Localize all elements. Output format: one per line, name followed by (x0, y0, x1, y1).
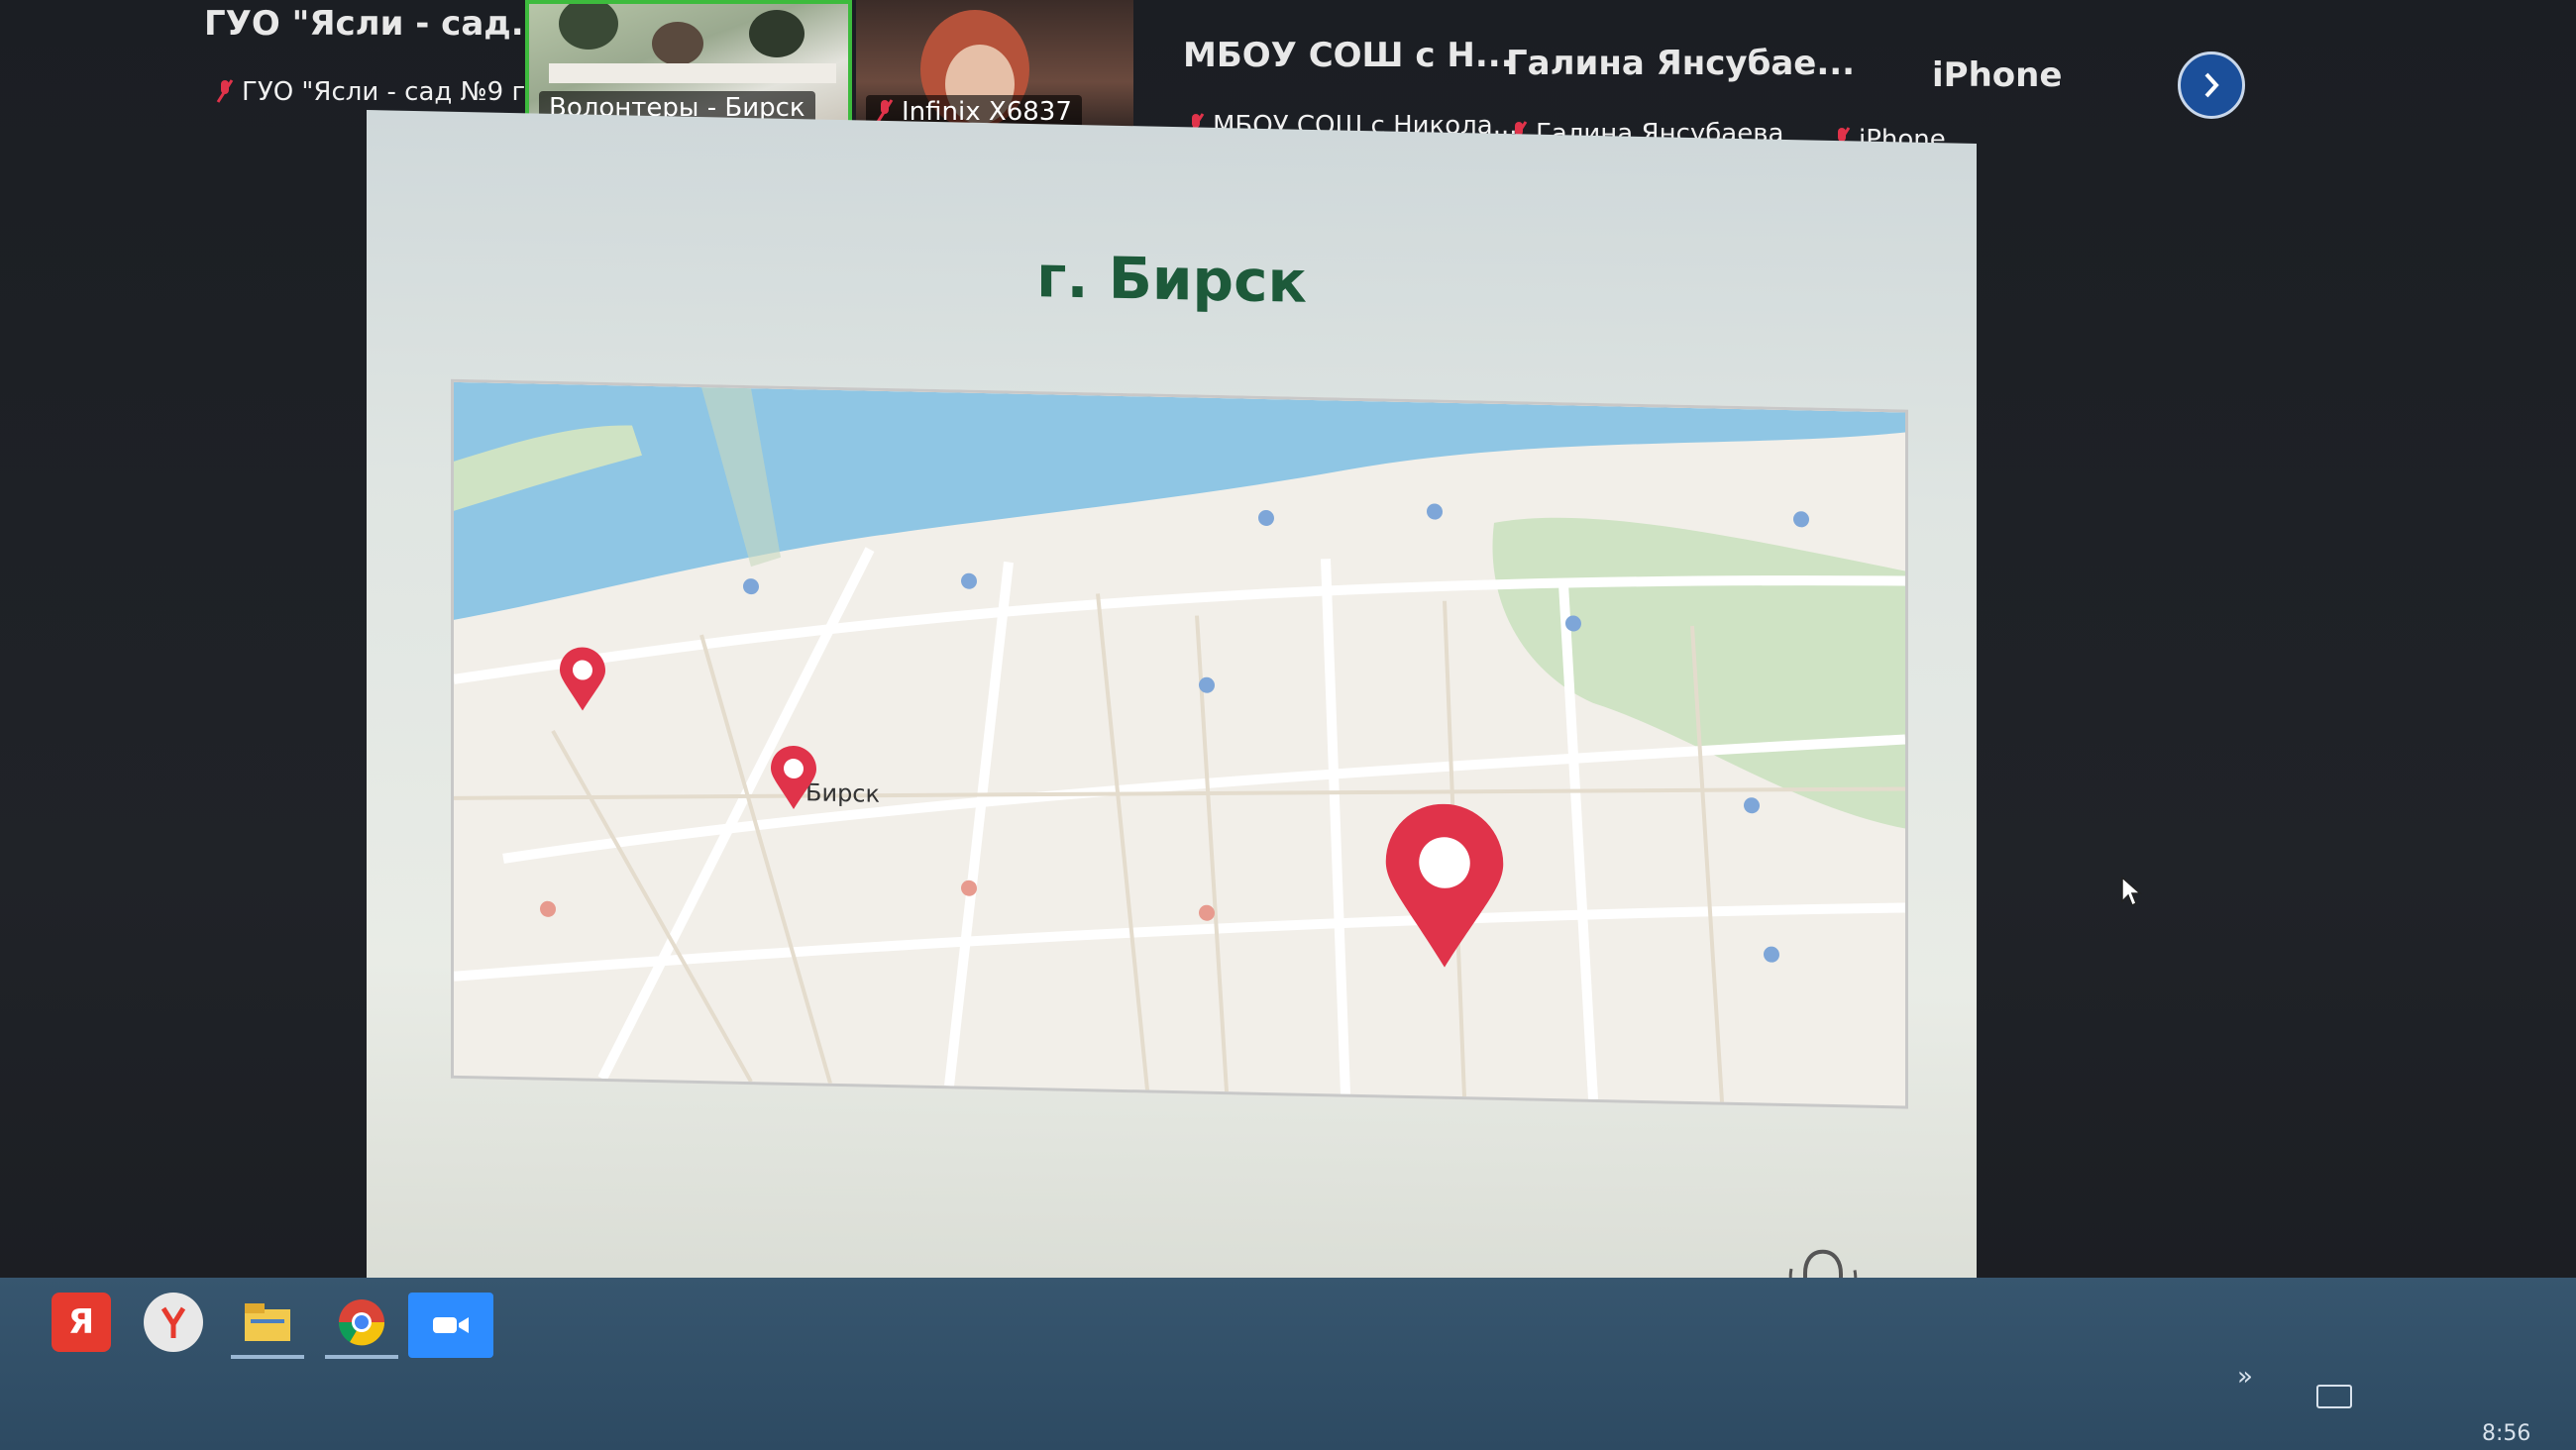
next-page-button[interactable] (2178, 52, 2245, 119)
participant-video-tile[interactable]: Infinix X6837 (856, 0, 1133, 137)
slide-title: г. Бирск (1036, 243, 1307, 316)
keyboard-icon[interactable] (2316, 1385, 2352, 1408)
participant-name: ГУО "Ясли - сад... (204, 4, 550, 44)
taskbar-active-indicator (325, 1355, 398, 1359)
participant-tile[interactable]: МБОУ СОШ с Н... МБОУ СОШ с Никола... (1169, 0, 1518, 149)
location-pin-icon[interactable] (558, 647, 607, 713)
participant-tile[interactable]: Галина Янсубае... Галина Янсубаева (1496, 0, 1855, 149)
yandex-icon[interactable]: Я (52, 1293, 111, 1352)
participant-label: ГУО "Ясли - сад №9 г. ... (216, 77, 566, 107)
map-graphic (454, 381, 1905, 1102)
zoom-icon[interactable] (408, 1293, 493, 1358)
yandex-browser-icon[interactable] (144, 1293, 203, 1352)
location-pin-icon[interactable] (769, 745, 818, 811)
mic-off-icon (216, 79, 234, 103)
zoom-meeting-screen: ГУО "Ясли - сад... ГУО "Ясли - сад №9 г.… (0, 0, 2576, 1450)
mouse-cursor-icon (2121, 876, 2142, 907)
participant-name: iPhone (1932, 55, 2063, 95)
taskbar (0, 1278, 2576, 1450)
participant-name: МБОУ СОШ с Н... (1183, 36, 1514, 75)
taskbar-active-indicator (231, 1355, 304, 1359)
chrome-icon[interactable] (332, 1293, 391, 1352)
file-explorer-icon[interactable] (238, 1293, 297, 1352)
location-pin-icon[interactable] (1380, 802, 1509, 974)
participant-name: Галина Янсубае... (1506, 44, 1856, 83)
taskbar-clock[interactable]: 8:56 (2482, 1421, 2530, 1446)
tray-expand-button[interactable]: » (2237, 1362, 2253, 1392)
participant-tile[interactable]: iPhone iPhone (1823, 0, 2150, 155)
shared-slide: г. Бирск Бирск (367, 109, 1977, 1358)
city-map: Бирск (451, 378, 1908, 1109)
chevron-right-icon (2204, 72, 2219, 98)
